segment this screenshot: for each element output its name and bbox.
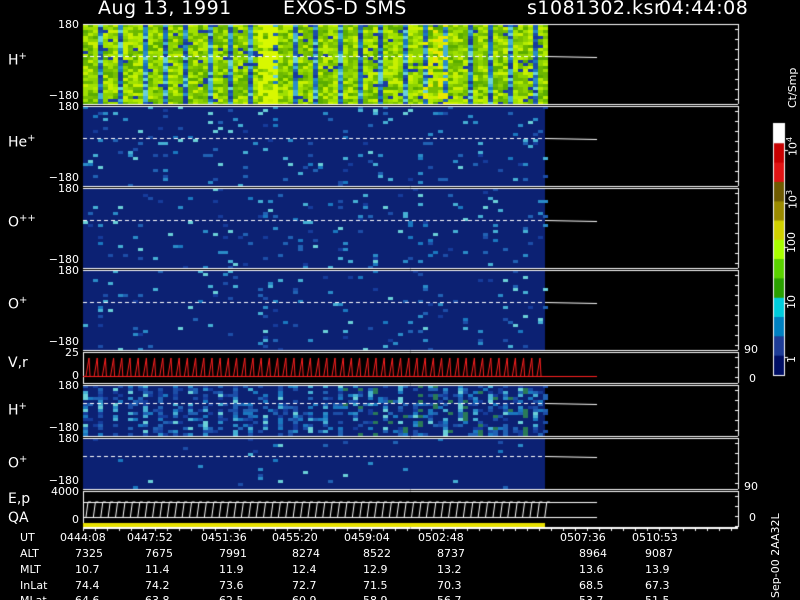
panel-label: He+ [8,133,36,151]
panel-label-superscript: + [19,454,28,465]
ephemeris-cell: 13.2 [437,563,462,576]
colorbar-tick-label: 103 [785,189,800,209]
y-axis-top-label: 180 [58,264,79,277]
date-title: Aug 13, 1991 [98,0,232,19]
right-axis-bottom-label: 0 [749,511,756,524]
panel-label-superscript: + [18,401,27,412]
y-axis-top-label: 180 [58,432,79,445]
ephemeris-cell: 60.9 [292,595,317,600]
footer-id: Sep-00 2AA32L [769,513,782,598]
ephemeris-cell: 70.3 [437,579,462,592]
y-axis-top-label: 180 [58,379,79,392]
ephemeris-cell: 7991 [219,547,247,560]
panel-label: E,p [8,491,31,507]
instrument-title: EXOS-D SMS [283,0,407,19]
spectrogram-canvas [0,0,800,600]
panel-label: O+ [8,295,28,313]
ephemeris-cell: 8737 [437,547,465,560]
y-axis-bottom-label: 0 [72,513,79,526]
panel-label: H+ [8,51,27,69]
right-axis-top-label: 90 [744,480,758,493]
ephemeris-cell: 71.5 [363,579,388,592]
colorbar-tick-label: 100 [785,232,798,253]
ephemeris-cell: 8964 [579,547,607,560]
ephemeris-cell: 73.6 [219,579,244,592]
colorbar-tick-label: 104 [785,136,800,156]
y-axis-top-label: 180 [58,18,79,31]
y-axis-top-label: 180 [58,182,79,195]
ephemeris-row-label: MLat [20,595,47,600]
panel-label: O++ [8,213,36,231]
colorbar-tick-exponent: 4 [785,136,794,142]
ephemeris-cell: 9087 [645,547,673,560]
colorbar-title: Ct/Smp [786,67,799,108]
y-axis-top-label: 180 [58,100,79,113]
y-axis-top-label: 4000 [51,485,79,498]
ephemeris-row-label: UT [20,531,35,544]
filename-title: s1081302.ksr [527,0,663,19]
time-tick-label: 0455:20 [272,531,318,544]
right-axis-top-label: 90 [744,343,758,356]
y-axis-top-label: 25 [65,346,79,359]
panel-label-superscript: + [18,51,27,62]
time-tick-label: 0507:36 [560,531,606,544]
ephemeris-cell: 8522 [363,547,391,560]
colorbar-tick-label: 10 [785,295,798,309]
panel-label-qa: QA [8,510,29,526]
ephemeris-cell: 56.7 [437,595,462,600]
ephemeris-row-label: MLT [20,563,41,576]
ephemeris-cell: 62.5 [219,595,244,600]
ephemeris-cell: 64.6 [75,595,100,600]
ephemeris-cell: 74.2 [145,579,170,592]
ephemeris-cell: 58.9 [363,595,388,600]
ephemeris-cell: 67.3 [645,579,670,592]
time-title: 04:44:08 [659,0,749,19]
time-tick-label: 0510:53 [632,531,678,544]
ephemeris-cell: 11.9 [219,563,244,576]
ephemeris-cell: 13.9 [645,563,670,576]
panel-label-superscript: + [27,133,36,144]
ephemeris-cell: 13.6 [579,563,604,576]
panel-label: H+ [8,401,27,419]
ephemeris-cell: 74.4 [75,579,100,592]
time-tick-label: 0451:36 [201,531,247,544]
ephemeris-cell: 10.7 [75,563,100,576]
time-tick-label: 0459:04 [344,531,390,544]
right-axis-bottom-label: 0 [749,372,756,385]
ephemeris-cell: 12.9 [363,563,388,576]
colorbar-tick-exponent: 3 [785,189,794,195]
time-tick-label: 0502:48 [418,531,464,544]
ephemeris-cell: 12.4 [292,563,317,576]
ephemeris-cell: 63.8 [145,595,170,600]
plot-stage: Aug 13, 1991 EXOS-D SMS s1081302.ksr 04:… [0,0,800,600]
panel-label-superscript: ++ [19,213,36,224]
panel-label: V,r [8,355,28,371]
ephemeris-cell: 11.4 [145,563,170,576]
ephemeris-cell: 8274 [292,547,320,560]
panel-label-superscript: + [19,295,28,306]
ephemeris-cell: 51.5 [645,595,670,600]
ephemeris-cell: 53.7 [579,595,604,600]
time-tick-label: 0447:52 [127,531,173,544]
time-tick-label: 0444:08 [60,531,106,544]
ephemeris-row-label: InLat [20,579,48,592]
ephemeris-cell: 68.5 [579,579,604,592]
panel-label: O+ [8,454,28,472]
colorbar-tick-label: 1 [785,356,798,363]
ephemeris-cell: 72.7 [292,579,317,592]
ephemeris-cell: 7675 [145,547,173,560]
ephemeris-row-label: ALT [20,547,39,560]
ephemeris-cell: 7325 [75,547,103,560]
